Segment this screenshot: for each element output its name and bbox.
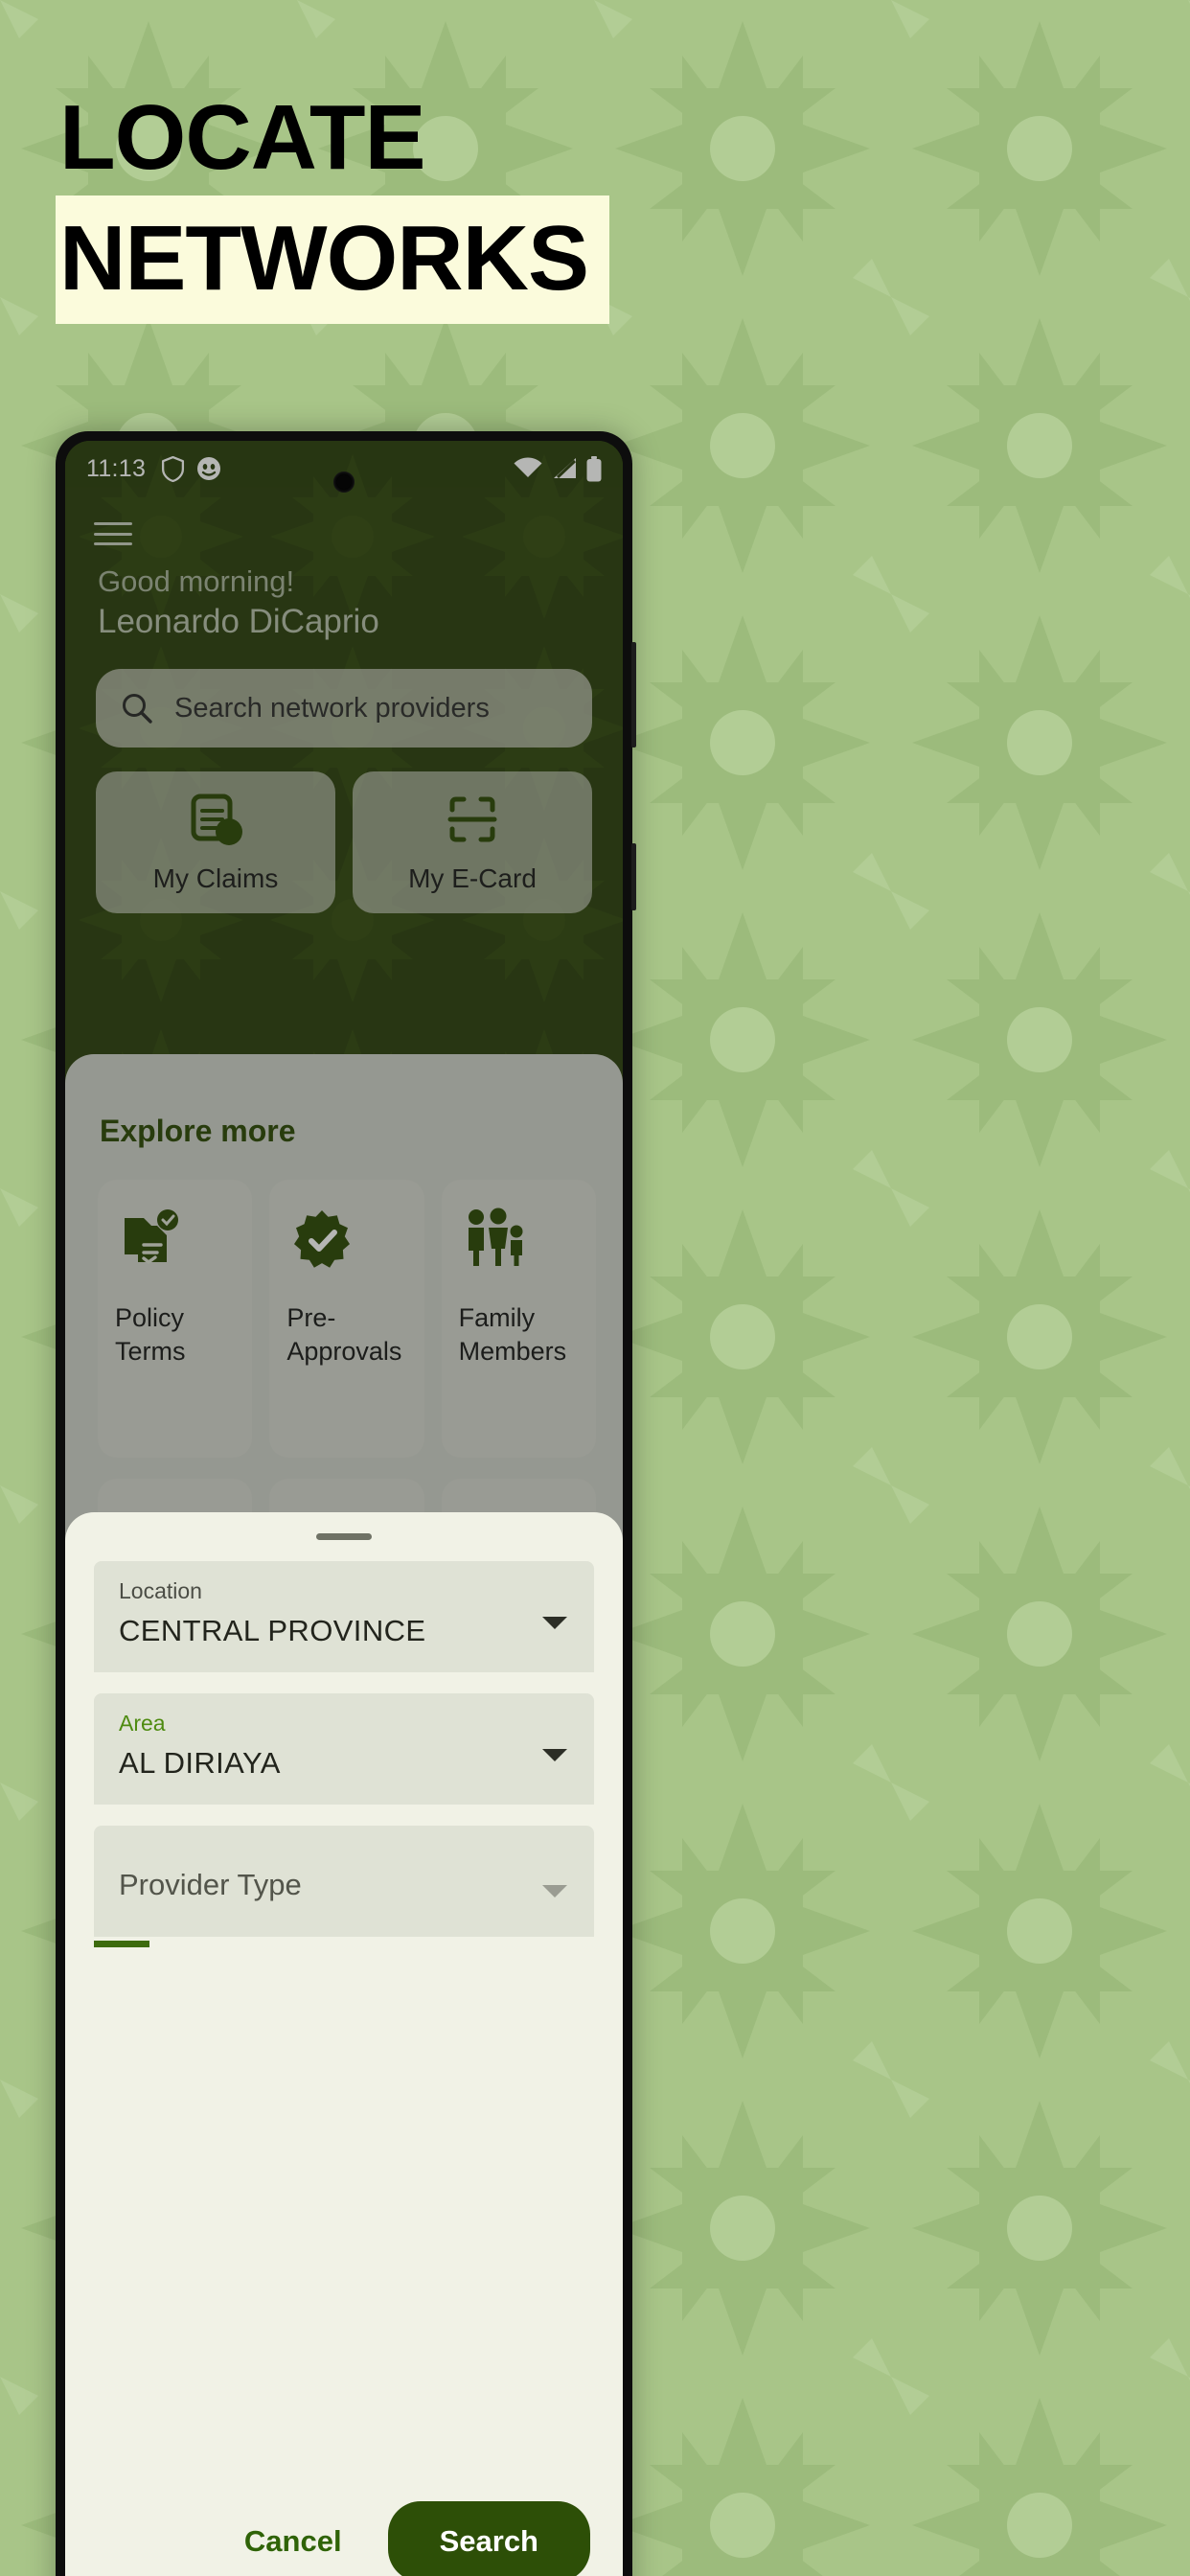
cancel-button[interactable]: Cancel — [225, 2511, 361, 2572]
field-label: Area — [119, 1711, 166, 1736]
field-value: CENTRAL PROVINCE — [119, 1614, 426, 1647]
search-filter-bottom-sheet: Location CENTRAL PROVINCE Area AL DIRIAY… — [65, 1512, 623, 2576]
promo-banner: LOCATE NETWORKS 11:13 Good morning! Leon… — [0, 0, 1190, 2576]
search-button[interactable]: Search — [387, 2501, 590, 2576]
field-label: Location — [119, 1578, 202, 1603]
chevron-down-icon[interactable] — [542, 1885, 567, 1898]
phone-volume-button — [631, 642, 636, 748]
sheet-drag-handle[interactable] — [316, 1533, 372, 1540]
field-provider-type[interactable]: Provider Type — [94, 1826, 594, 1937]
chevron-down-icon[interactable] — [542, 1617, 567, 1629]
phone-camera-punchhole — [333, 472, 355, 493]
chevron-down-icon[interactable] — [542, 1749, 567, 1761]
phone-mockup: 11:13 Good morning! Leonardo DiCaprio Se… — [56, 431, 636, 2576]
sheet-action-row: Cancel Search — [65, 2482, 623, 2576]
headline-line-1: LOCATE — [59, 86, 426, 189]
headline-line-2-highlighted: NETWORKS — [56, 196, 609, 324]
loading-progress-bar — [94, 1941, 594, 1947]
phone-screen: 11:13 Good morning! Leonardo DiCaprio Se… — [65, 441, 623, 2576]
phone-power-button — [631, 843, 636, 910]
field-placeholder: Provider Type — [119, 1868, 302, 1901]
field-value: AL DIRIAYA — [119, 1746, 281, 1780]
field-area[interactable]: Area AL DIRIAYA — [94, 1693, 594, 1805]
field-location[interactable]: Location CENTRAL PROVINCE — [94, 1561, 594, 1672]
promo-headline: LOCATE NETWORKS — [56, 84, 609, 324]
loading-progress-fill — [94, 1941, 149, 1947]
